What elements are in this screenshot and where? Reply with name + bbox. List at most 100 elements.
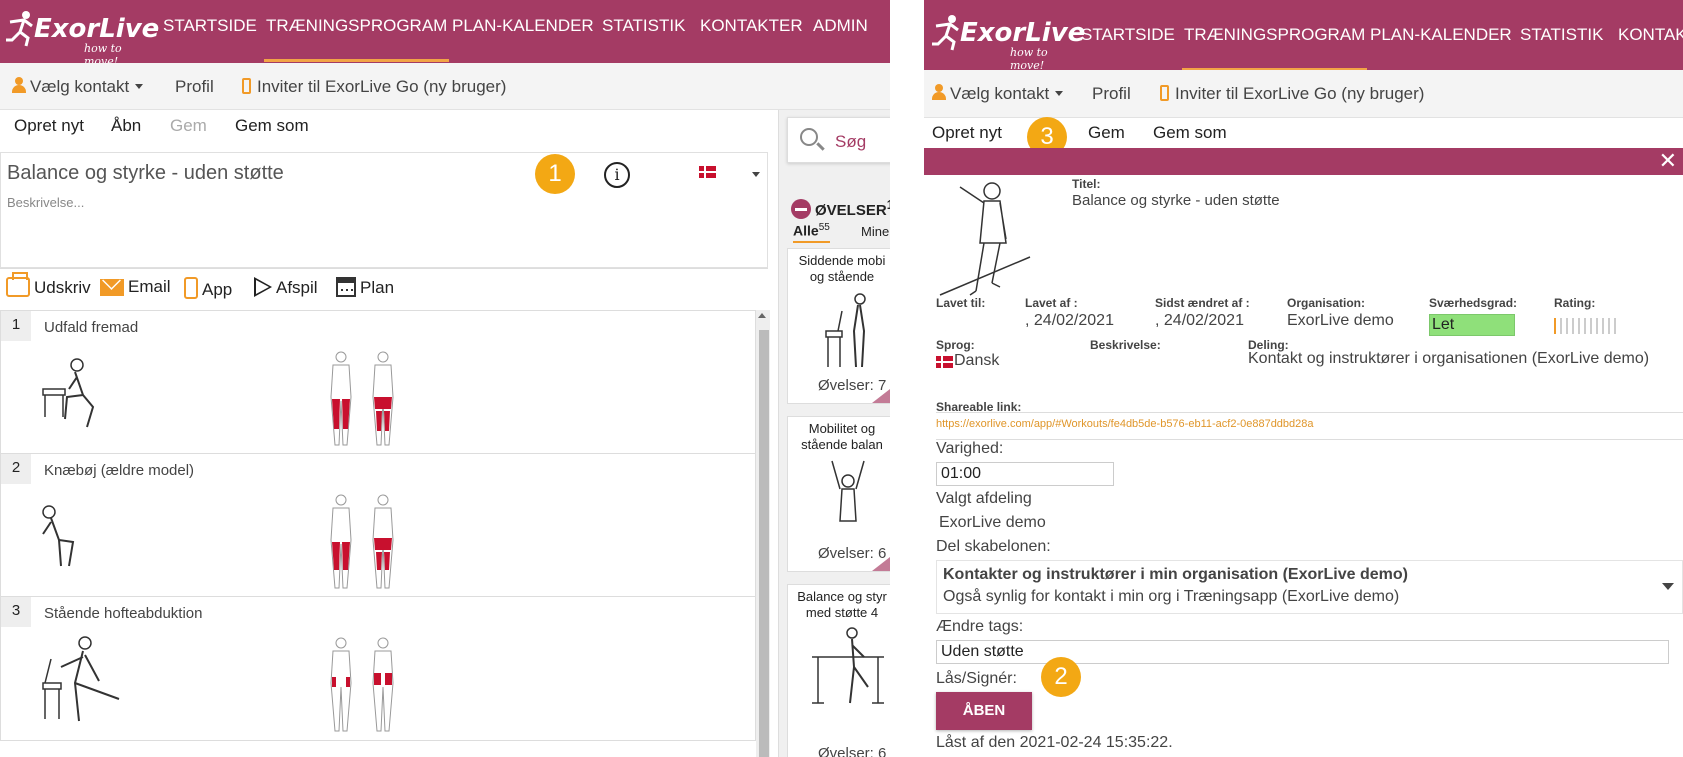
callout-badge-2: 2 bbox=[1041, 657, 1081, 697]
print-action[interactable]: Udskriv bbox=[6, 272, 91, 298]
dumbbell-icon bbox=[791, 199, 811, 219]
exercise-name: Stående hofteabduktion bbox=[44, 605, 203, 622]
print-label: Udskriv bbox=[34, 278, 91, 297]
nav-traeningsprogram[interactable]: TRÆNINGSPROGRAM bbox=[263, 16, 450, 62]
nav-traeningsprogram[interactable]: TRÆNINGSPROGRAM bbox=[1181, 25, 1368, 71]
share-template-label: Del skabelonen: bbox=[936, 538, 1051, 555]
template-card-title: Mobilitet og stående balan bbox=[801, 421, 883, 452]
danish-flag-icon[interactable] bbox=[699, 166, 716, 178]
nav-plan-kalender[interactable]: PLAN-KALENDER bbox=[1370, 25, 1512, 45]
last-changed-value: , 24/02/2021 bbox=[1155, 312, 1244, 329]
search-box[interactable]: Søg bbox=[787, 117, 890, 163]
exercise-figure-icon bbox=[42, 636, 120, 722]
tab-mine[interactable]: Mine bbox=[861, 224, 889, 239]
template-card[interactable]: Siddende mobi og stående Øvelser: 7 bbox=[787, 248, 890, 404]
new-button[interactable]: Opret nyt bbox=[14, 116, 84, 136]
profile-link[interactable]: Profil bbox=[1092, 84, 1131, 104]
open-button[interactable]: Åbn bbox=[111, 116, 141, 136]
tab-all[interactable]: Alle55 bbox=[793, 222, 830, 243]
open-lock-button[interactable]: ÅBEN bbox=[936, 692, 1032, 730]
search-label: Søg bbox=[835, 132, 867, 151]
duration-input[interactable]: 01:00 bbox=[936, 462, 1114, 486]
caret-down-icon bbox=[1055, 91, 1064, 96]
exercise-figure-icon bbox=[812, 627, 884, 704]
workout-details-panel: ✕ Titel: Balance og styrke - uden støtte… bbox=[924, 148, 1683, 757]
exorlive-logo[interactable]: ExorLive how to move! bbox=[6, 8, 159, 68]
email-label: Email bbox=[128, 277, 171, 296]
invite-link[interactable]: Inviter til ExorLive Go (ny bruger) bbox=[1160, 84, 1424, 104]
card-corner-icon bbox=[872, 389, 890, 403]
logo-text: ExorLive bbox=[960, 18, 1086, 48]
profile-link[interactable]: Profil bbox=[175, 77, 214, 97]
right-screenshot: ExorLive how to move! STARTSIDE TRÆNINGS… bbox=[924, 0, 1683, 757]
made-by-label: Lavet af : bbox=[1025, 296, 1078, 310]
nav-statistik[interactable]: STATISTIK bbox=[602, 16, 685, 36]
workout-header: Balance og styrke - uden støtte Beskrive… bbox=[0, 152, 768, 268]
nav-startside[interactable]: STARTSIDE bbox=[163, 16, 257, 36]
phone-icon bbox=[1160, 85, 1169, 101]
rating-bar[interactable] bbox=[1554, 318, 1620, 334]
email-action[interactable]: Email bbox=[100, 277, 171, 297]
share-template-dropdown[interactable]: Kontakter og instruktører i min organisa… bbox=[936, 560, 1683, 614]
divider bbox=[936, 412, 1683, 413]
shareable-link[interactable]: https://exorlive.com/app/#Workouts/fe4db… bbox=[936, 418, 1314, 430]
muscle-map-icon bbox=[330, 351, 394, 446]
exercise-figure-icon bbox=[42, 358, 95, 428]
invite-link[interactable]: Inviter til ExorLive Go (ny bruger) bbox=[242, 77, 506, 97]
language-caret-icon[interactable] bbox=[752, 172, 760, 177]
workout-title-input[interactable]: Balance og styrke - uden støtte bbox=[7, 162, 284, 185]
muscle-map-icon bbox=[330, 494, 394, 589]
left-screenshot: ExorLive how to move! STARTSIDE TRÆNINGS… bbox=[0, 0, 890, 757]
file-menu: Opret nyt Åbn Gem Gem som bbox=[0, 110, 890, 142]
envelope-icon bbox=[100, 279, 124, 296]
invite-label: Inviter til ExorLive Go (ny bruger) bbox=[257, 77, 507, 96]
danish-flag-icon bbox=[936, 356, 953, 368]
template-card[interactable]: Mobilitet og stående balan Øvelser: 6 bbox=[787, 416, 890, 572]
exercises-heading-text: ØVELSER bbox=[815, 202, 887, 219]
exercise-figure-icon bbox=[825, 293, 866, 368]
nav-plan-kalender[interactable]: PLAN-KALENDER bbox=[452, 16, 594, 36]
scrollbar-thumb[interactable] bbox=[759, 330, 769, 757]
phone-icon bbox=[184, 277, 198, 299]
save-as-button[interactable]: Gem som bbox=[235, 116, 309, 136]
nav-statistik[interactable]: STATISTIK bbox=[1520, 25, 1603, 45]
search-icon bbox=[800, 128, 818, 146]
select-contact-dropdown[interactable]: Vælg kontakt bbox=[12, 77, 144, 97]
exorlive-logo[interactable]: ExorLive how to move! bbox=[932, 12, 1085, 72]
difficulty-label: Sværhedsgrad: bbox=[1429, 296, 1518, 310]
organisation-label: Organisation: bbox=[1287, 296, 1366, 310]
select-contact-dropdown[interactable]: Vælg kontakt bbox=[932, 84, 1064, 104]
workout-description-input[interactable]: Beskrivelse... bbox=[7, 195, 84, 210]
exercise-name: Knæbøj (ældre model) bbox=[44, 462, 195, 479]
exercise-card[interactable]: 2 Knæbøj (ældre model) bbox=[0, 453, 756, 598]
title-label: Titel: bbox=[1072, 177, 1101, 191]
play-action[interactable]: Afspil bbox=[254, 277, 318, 298]
exercise-card[interactable]: 1 Udfald fremad bbox=[0, 310, 756, 455]
template-card[interactable]: Balance og styr med støtte 4 Øvelser: 6 bbox=[787, 584, 890, 757]
tags-input[interactable]: Uden støtte bbox=[936, 640, 1669, 664]
department-value[interactable]: ExorLive demo bbox=[939, 514, 1046, 532]
save-as-button[interactable]: Gem som bbox=[1153, 123, 1227, 143]
nav-kontakter[interactable]: KONTAK bbox=[1618, 25, 1683, 45]
select-contact-label: Vælg kontakt bbox=[30, 77, 130, 96]
last-changed-label: Sidst ændret af : bbox=[1155, 296, 1250, 310]
close-icon[interactable]: ✕ bbox=[1659, 149, 1677, 173]
scroll-up-icon[interactable] bbox=[758, 313, 766, 318]
exercise-card[interactable]: 3 Stående hofteabduktion bbox=[0, 596, 756, 741]
nav-admin[interactable]: ADMIN bbox=[813, 16, 868, 36]
phone-icon bbox=[242, 78, 251, 94]
exercise-number: 1 bbox=[1, 311, 31, 341]
tab-all-label: Alle bbox=[793, 222, 819, 239]
save-button[interactable]: Gem bbox=[1088, 123, 1125, 143]
contact-bar: Vælg kontakt Profil Inviter til ExorLive… bbox=[924, 70, 1683, 118]
app-action[interactable]: App bbox=[184, 277, 232, 300]
nav-startside[interactable]: STARTSIDE bbox=[1081, 25, 1175, 45]
save-button[interactable]: Gem bbox=[170, 116, 207, 136]
nav-kontakter[interactable]: KONTAKTER bbox=[700, 16, 803, 36]
info-icon[interactable]: i bbox=[604, 162, 630, 188]
running-figure-icon bbox=[6, 11, 33, 47]
new-button[interactable]: Opret nyt bbox=[932, 123, 1002, 143]
play-label: Afspil bbox=[276, 278, 318, 297]
plan-action[interactable]: Plan bbox=[336, 277, 394, 298]
logo-text: ExorLive bbox=[34, 14, 160, 44]
